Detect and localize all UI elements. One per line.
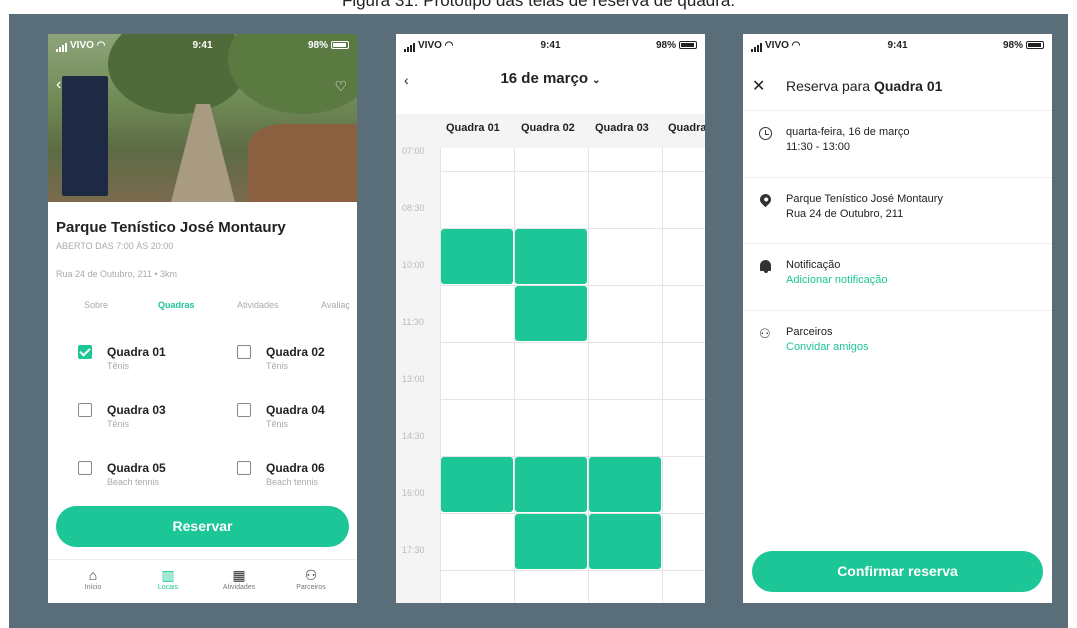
court-option[interactable]: Quadra 02 Tênis: [237, 343, 357, 383]
tab-atividades[interactable]: Atividades: [237, 300, 279, 310]
column-header: Quadra 01: [446, 122, 500, 134]
venue-photo: VIVO ◠ 9:41 98% ‹ ♡: [48, 34, 357, 202]
booked-slot[interactable]: [515, 286, 587, 341]
booking-partners-row: ⚇ Parceiros Convidar amigos: [743, 310, 1052, 376]
confirm-booking-button[interactable]: Confirmar reserva: [752, 551, 1043, 592]
column-header: Quadra 02: [521, 122, 575, 134]
nav-atividades[interactable]: ▦ Atividades: [209, 566, 269, 591]
battery: 98%: [656, 40, 697, 51]
clock-icon: [759, 127, 773, 141]
bottom-nav: ⌂ Início ▥ Locais ▦ Atividades ⚇ Parceiros: [48, 559, 357, 603]
bell-icon: [759, 260, 773, 274]
grid-hline: [440, 171, 705, 172]
venue-screen: VIVO ◠ 9:41 98% ‹ ♡ Parque Tenístico Jos…: [48, 34, 357, 603]
calendar-icon: ▦: [232, 567, 246, 583]
battery: 98%: [308, 40, 349, 51]
court-option[interactable]: Quadra 01 Tênis: [78, 343, 218, 383]
people-icon: ⚇: [759, 326, 771, 341]
court-checkbox[interactable]: [78, 403, 92, 417]
court-checkbox[interactable]: [237, 403, 251, 417]
court-option[interactable]: Quadra 05 Beach tennis: [78, 459, 218, 499]
schedule-columns: [440, 148, 705, 603]
booking-notification-row: Notificação Adicionar notificação: [743, 243, 1052, 310]
back-arrow-icon[interactable]: ‹: [56, 76, 61, 94]
time-label: 14:30: [402, 431, 425, 441]
booked-slot[interactable]: [515, 514, 587, 569]
grid-vline: [662, 148, 663, 603]
date-picker[interactable]: 16 de março ⌄: [396, 70, 705, 87]
venue-hours: ABERTO DAS 7:00 ÀS 20:00: [56, 241, 174, 251]
court-option[interactable]: Quadra 06 Beach tennis: [237, 459, 357, 499]
booked-slot[interactable]: [441, 457, 513, 512]
battery-icon: [331, 41, 349, 49]
battery: 98%: [1003, 40, 1044, 51]
figure-caption: Figura 31: Protótipo das telas de reserv…: [341, 0, 736, 10]
home-icon: ⌂: [88, 567, 98, 583]
time-label: 08:30: [402, 203, 425, 213]
column-header: Quadra 03: [595, 122, 649, 134]
favorite-heart-icon[interactable]: ♡: [334, 78, 347, 95]
grid-hline: [440, 342, 705, 343]
grid-hline: [440, 570, 705, 571]
venue-tabs: Sobre Quadras Atividades Avaliaç: [48, 300, 357, 314]
map-icon: ▥: [161, 567, 175, 583]
time-label: 16:00: [402, 488, 425, 498]
nav-parceiros[interactable]: ⚇ Parceiros: [281, 566, 341, 591]
court-option[interactable]: Quadra 04 Tênis: [237, 401, 357, 441]
people-icon: ⚇: [304, 567, 318, 583]
nav-inicio[interactable]: ⌂ Início: [63, 566, 123, 591]
time-label: 11:30: [402, 317, 424, 327]
booked-slot[interactable]: [441, 229, 513, 284]
booked-slot[interactable]: [515, 457, 587, 512]
time-label: 07:00: [402, 146, 425, 156]
battery-icon: [1026, 41, 1044, 49]
close-icon[interactable]: ✕: [752, 76, 765, 96]
column-header: Quadra: [668, 122, 705, 134]
time-label: 13:00: [402, 374, 425, 384]
battery-icon: [679, 41, 697, 49]
court-checkbox[interactable]: [78, 345, 92, 359]
time-label: 17:30: [402, 545, 425, 555]
court-checkbox[interactable]: [237, 345, 251, 359]
time-label: 10:00: [402, 260, 425, 270]
court-checkbox[interactable]: [78, 461, 92, 475]
tab-quadras[interactable]: Quadras: [158, 300, 195, 310]
schedule-grid: Quadra 01 Quadra 02 Quadra 03 Quadra 07:…: [396, 114, 705, 603]
add-notification-link[interactable]: Adicionar notificação: [786, 274, 888, 286]
location-pin-icon: [757, 191, 774, 208]
booking-datetime-row: quarta-feira, 16 de março 11:30 - 13:00: [743, 110, 1052, 177]
grid-hline: [440, 399, 705, 400]
venue-address: Rua 24 de Outubro, 211 • 3km: [56, 269, 178, 279]
grid-vline: [440, 148, 441, 603]
booked-slot[interactable]: [589, 514, 661, 569]
court-option[interactable]: Quadra 03 Tênis: [78, 401, 218, 441]
tab-avaliacoes[interactable]: Avaliaç: [321, 300, 350, 310]
booked-slot[interactable]: [515, 229, 587, 284]
schedule-screen: VIVO ◠ 9:41 98% ‹ 16 de março ⌄ Quadra 0…: [396, 34, 705, 603]
booked-slot[interactable]: [589, 457, 661, 512]
tab-sobre[interactable]: Sobre: [84, 300, 108, 310]
park-sign: [62, 76, 108, 196]
booking-screen: VIVO ◠ 9:41 98% ✕ Reserva para Quadra 01…: [743, 34, 1052, 603]
venue-name: Parque Tenístico José Montaury: [56, 219, 286, 236]
reserve-button[interactable]: Reservar: [56, 506, 349, 547]
nav-locais[interactable]: ▥ Locais: [138, 566, 198, 591]
booking-location-row: Parque Tenístico José Montaury Rua 24 de…: [743, 177, 1052, 243]
invite-friends-link[interactable]: Convidar amigos: [786, 341, 869, 353]
chevron-down-icon: ⌄: [592, 75, 601, 86]
booking-title: Reserva para Quadra 01: [786, 78, 943, 94]
court-checkbox[interactable]: [237, 461, 251, 475]
